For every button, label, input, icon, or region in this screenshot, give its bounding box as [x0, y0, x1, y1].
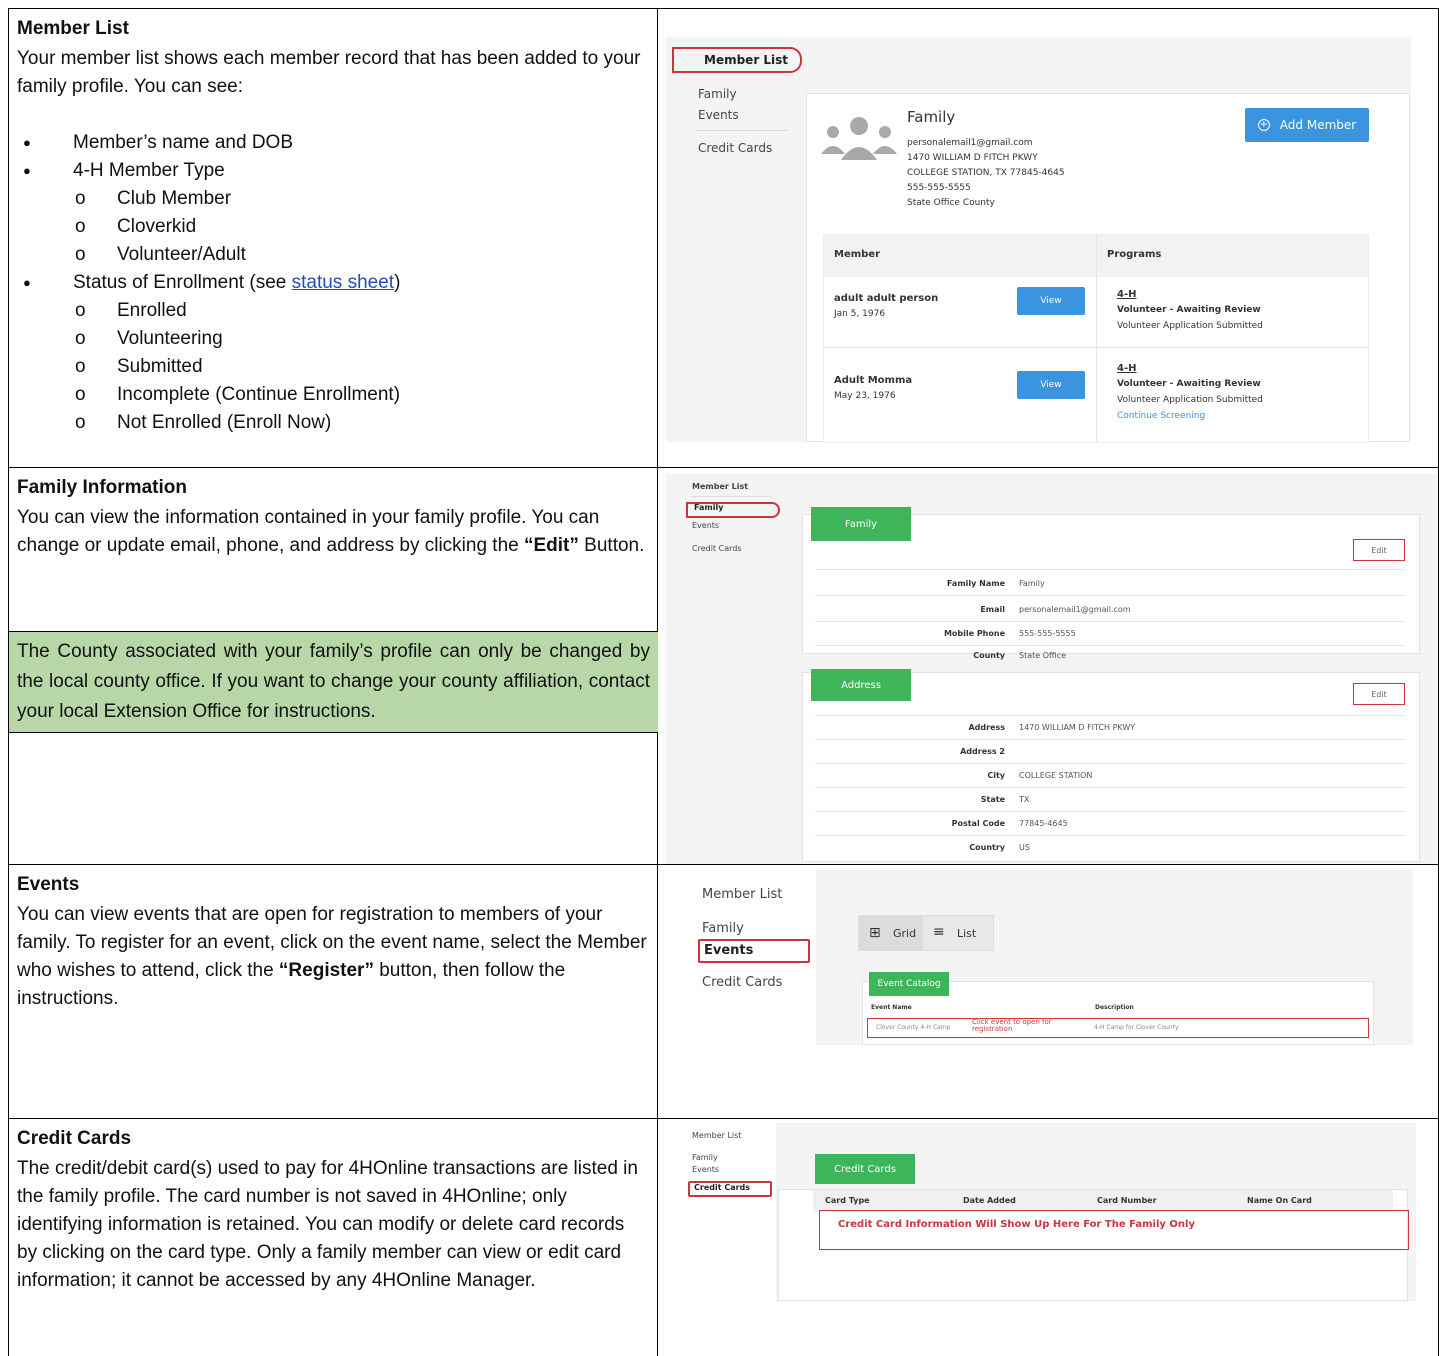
edit-button[interactable]: Edit	[1353, 683, 1405, 705]
document-table: Member List Your member list shows each …	[8, 8, 1439, 1356]
nav-credit-cards[interactable]: Credit Cards	[698, 141, 772, 155]
nav-events[interactable]: Events	[698, 939, 810, 963]
section-title: Credit Cards	[17, 1128, 132, 1149]
view-button[interactable]: View	[1017, 371, 1085, 399]
list-item: Enrolled	[73, 297, 649, 325]
section-title: Member List	[17, 18, 129, 39]
tab-credit-cards: Credit Cards	[815, 1154, 915, 1184]
view-button[interactable]: View	[1017, 287, 1085, 315]
address-card: Address Edit Address 1470 WILLIAM D FITC…	[802, 669, 1420, 862]
continue-screening-link[interactable]: Continue Screening	[1117, 411, 1205, 421]
grid-icon: ⊞	[869, 925, 881, 941]
family-contact: personalemail1@gmail.com 1470 WILLIAM D …	[907, 138, 1065, 208]
member-list-text-cell: Member List Your member list shows each …	[9, 9, 658, 467]
cc-sidebar	[666, 1123, 776, 1301]
nav-events[interactable]: Events	[692, 1165, 719, 1174]
nav-member-list[interactable]: Member List	[692, 482, 748, 491]
row-events: Events You can view events that are open…	[8, 864, 1439, 1118]
nav-divider	[690, 496, 772, 497]
column-divider	[1096, 235, 1097, 442]
events-screenshot: Member List Family Events Credit Cards ⊞…	[666, 869, 1413, 1045]
list-icon: ≡	[933, 924, 945, 940]
family-card: Family personalemail1@gmail.com 1470 WIL…	[806, 93, 1410, 443]
family-avatar-icon	[821, 117, 897, 160]
nav-divider	[696, 130, 788, 131]
member-list-intro: Your member list shows each member recor…	[17, 48, 641, 97]
row-credit-cards: Credit Cards The credit/debit card(s) us…	[8, 1118, 1439, 1356]
column-header: Card Number	[1097, 1196, 1157, 1205]
column-header: Date Added	[963, 1196, 1016, 1205]
row-member-list: Member List Your member list shows each …	[8, 8, 1439, 467]
event-name-link[interactable]: Clover County 4-H Camp	[876, 1024, 950, 1031]
list-item: Member’s name and DOB	[17, 129, 649, 157]
nav-member-list[interactable]: Member List	[702, 887, 782, 902]
events-text-cell: Events You can view events that are open…	[9, 865, 658, 1118]
nav-member-list[interactable]: Member List	[692, 1131, 741, 1140]
row-divider	[824, 347, 1368, 348]
nav-events[interactable]: Events	[692, 521, 719, 530]
list-item: Volunteer/Adult	[73, 241, 649, 269]
column-header: Event Name	[871, 1004, 912, 1011]
events-screenshot-cell: Member List Family Events Credit Cards ⊞…	[658, 865, 1438, 1118]
family-name: Family	[907, 108, 956, 126]
section-title: Events	[17, 874, 80, 895]
nav-credit-cards[interactable]: Credit Cards	[692, 544, 741, 553]
section-title: Family Information	[17, 477, 187, 498]
tab-address: Address	[811, 669, 911, 701]
view-toggle: ⊞ Grid ≡ List	[858, 915, 994, 951]
family-details-card: Family Edit Family Name Family Email per…	[802, 507, 1420, 660]
list-item: Club Member	[73, 185, 649, 213]
event-hint: Click event to open for registration	[972, 1018, 1052, 1033]
family-info-screenshot-cell: Member List Family Events Credit Cards F…	[658, 468, 1438, 864]
nav-family[interactable]: Family	[686, 502, 780, 518]
county-note: The County associated with your family’s…	[9, 631, 658, 733]
nav-credit-cards[interactable]: Credit Cards	[688, 1181, 772, 1197]
tab-event-catalog: Event Catalog	[869, 972, 949, 996]
credit-cards-screenshot-cell: Member List Family Events Credit Cards C…	[658, 1119, 1438, 1356]
list-item: Incomplete (Continue Enrollment)	[73, 381, 649, 409]
family-info-body: You can view the information contained i…	[17, 507, 645, 556]
list-toggle-button[interactable]: List	[957, 927, 976, 940]
credit-cards-screenshot: Member List Family Events Credit Cards C…	[666, 1123, 1416, 1301]
column-header: Programs	[1107, 249, 1162, 260]
add-member-button[interactable]: + Add Member	[1245, 108, 1369, 142]
member-list-screenshot: Member List Family Events Credit Cards F…	[666, 37, 1411, 443]
column-header: Description	[1095, 1004, 1134, 1011]
tab-family: Family	[811, 507, 911, 541]
list-item: 4-H Member Type Club Member Cloverkid Vo…	[17, 157, 649, 269]
list-item: Submitted	[73, 353, 649, 381]
member-list-screenshot-cell: Member List Family Events Credit Cards F…	[658, 9, 1438, 467]
events-body: You can view events that are open for re…	[17, 904, 647, 1009]
cc-message-box: Credit Card Information Will Show Up Her…	[819, 1210, 1409, 1250]
family-info-screenshot: Member List Family Events Credit Cards F…	[666, 474, 1438, 864]
list-item: Not Enrolled (Enroll Now)	[73, 409, 649, 437]
event-catalog-card: Event Catalog Event Name Description Clo…	[862, 972, 1374, 1045]
event-row-highlight[interactable]: Clover County 4-H Camp Click event to op…	[867, 1018, 1369, 1038]
credit-cards-card: Credit Cards Card Type Date Added Card N…	[778, 1154, 1409, 1301]
nav-family[interactable]: Family	[692, 1153, 718, 1162]
member-table: Member Programs adult adult person Jan 5…	[823, 234, 1369, 443]
status-sheet-link[interactable]: status sheet	[292, 272, 394, 293]
column-header: Name On Card	[1247, 1196, 1312, 1205]
list-item: Status of Enrollment (see status sheet) …	[17, 269, 649, 437]
nav-family[interactable]: Family	[698, 87, 737, 101]
list-item: Cloverkid	[73, 213, 649, 241]
member-info-list: Member’s name and DOB 4-H Member Type Cl…	[17, 129, 649, 437]
edit-button[interactable]: Edit	[1353, 539, 1405, 561]
nav-credit-cards[interactable]: Credit Cards	[702, 975, 782, 990]
nav-events[interactable]: Events	[698, 108, 739, 122]
column-header: Card Type	[825, 1196, 870, 1205]
row-family-information: Family Information You can view the info…	[8, 467, 1439, 864]
list-item: Volunteering	[73, 325, 649, 353]
plus-circle-icon: +	[1257, 119, 1270, 131]
cc-message: Credit Card Information Will Show Up Her…	[838, 1219, 1195, 1230]
column-header: Member	[834, 249, 881, 260]
nav-family[interactable]: Family	[702, 921, 744, 936]
credit-cards-body: The credit/debit card(s) used to pay for…	[17, 1158, 638, 1291]
credit-cards-text-cell: Credit Cards The credit/debit card(s) us…	[9, 1119, 658, 1356]
event-description: 4-H Camp for Clover County	[1094, 1024, 1179, 1031]
nav-member-list[interactable]: Member List	[672, 47, 802, 73]
